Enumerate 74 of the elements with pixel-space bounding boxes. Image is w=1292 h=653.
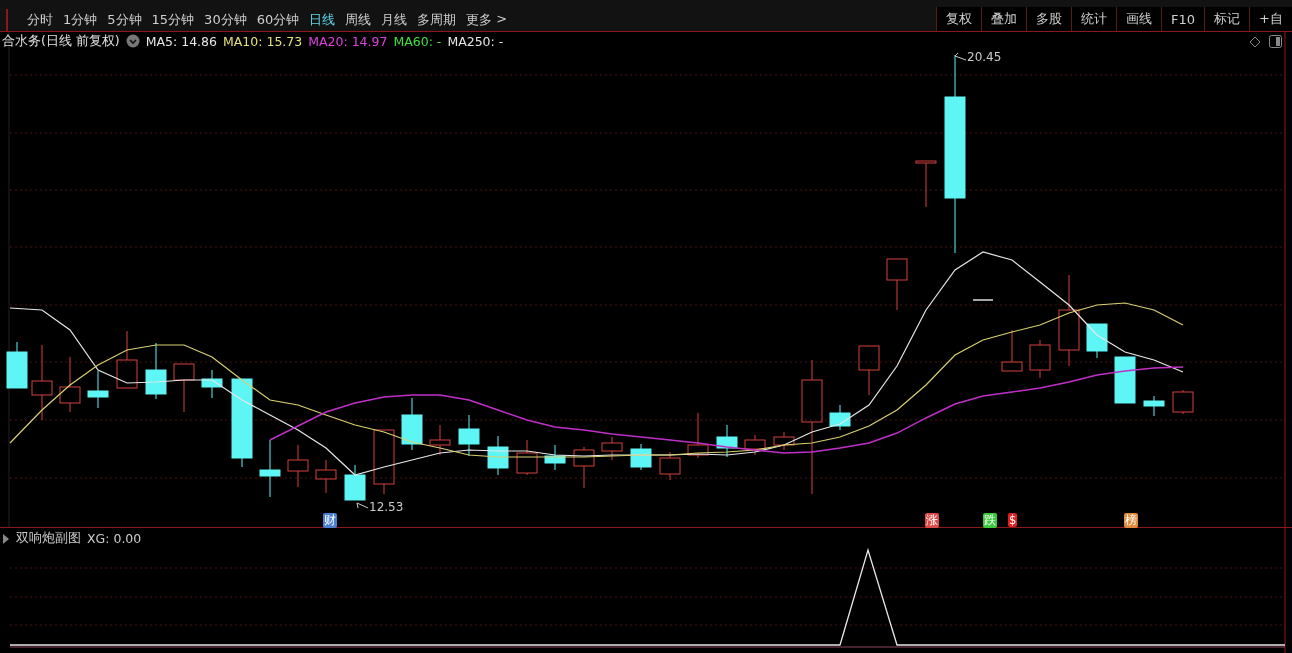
high-price-label: 20.45	[967, 50, 1002, 64]
candle	[1001, 329, 1023, 372]
candle	[773, 431, 795, 451]
toolbar-button[interactable]: 复权	[936, 7, 982, 31]
panel-toggle-icon[interactable]	[1269, 35, 1282, 48]
candle	[886, 258, 908, 311]
ma-legend-value: MA20: 14.97	[308, 33, 388, 49]
candle	[6, 341, 28, 389]
chevron-down-icon[interactable]	[125, 34, 140, 48]
timeframe-tab[interactable]: 30分钟	[199, 11, 252, 29]
candle	[716, 424, 738, 458]
candle	[829, 404, 851, 431]
candle	[173, 363, 195, 413]
candle	[59, 356, 81, 413]
low-price-label: 12.53	[369, 500, 404, 514]
indicator-title: 双响炮副图	[16, 530, 81, 547]
timeframe-tab[interactable]: 周线	[340, 11, 377, 29]
diamond-icon[interactable]	[1249, 35, 1261, 48]
timeframe-tab[interactable]: 月线	[376, 11, 413, 29]
candle	[315, 459, 337, 494]
candle	[915, 160, 937, 208]
ma-legend-value: MA10: 15.73	[223, 33, 303, 49]
timeframe-tab[interactable]: 15分钟	[146, 11, 200, 29]
timeframe-tab[interactable]: 分时	[22, 11, 58, 29]
toolbar-button[interactable]: F10	[1161, 7, 1205, 31]
candle	[573, 446, 595, 489]
toolbar-button[interactable]: 叠加	[981, 7, 1027, 31]
high-pointer-icon	[954, 52, 967, 61]
candle	[659, 451, 681, 481]
chevron-right-icon[interactable]	[2, 533, 10, 544]
candle	[487, 435, 509, 476]
toolbar-button[interactable]: 多股	[1026, 7, 1072, 31]
timeframe-tab[interactable]: 5分钟	[102, 11, 147, 29]
candle	[1143, 395, 1165, 417]
toolbar-button[interactable]: 标记	[1204, 7, 1250, 31]
chart-title: 合水务(日线 前复权)	[2, 32, 120, 50]
candle	[630, 443, 652, 471]
candle	[1029, 339, 1051, 379]
toolbar-button[interactable]: 统计	[1071, 7, 1117, 31]
candle	[516, 439, 538, 476]
candle	[373, 429, 395, 495]
low-pointer-icon	[356, 502, 369, 509]
candle	[87, 370, 109, 409]
timeframe-tab[interactable]: 60分钟	[251, 11, 305, 29]
timeframe-tab[interactable]: 1分钟	[58, 11, 103, 29]
candle	[1114, 356, 1136, 404]
candle	[201, 369, 223, 399]
candle	[1172, 389, 1194, 415]
candle	[287, 444, 309, 488]
toolbar-button[interactable]: 画线	[1116, 7, 1162, 31]
candle	[145, 342, 167, 400]
timeframe-tab[interactable]: 日线	[304, 11, 341, 29]
event-marker[interactable]: 财	[323, 513, 337, 528]
indicator-reading: XG: 0.00	[87, 531, 142, 546]
candle	[601, 436, 623, 461]
candle	[259, 439, 281, 498]
ma-legend-value: MA5: 14.86	[145, 33, 217, 49]
candle	[458, 414, 480, 457]
candle	[429, 424, 451, 456]
candle	[401, 397, 423, 451]
candle	[687, 412, 709, 459]
event-marker[interactable]: 涨	[925, 513, 939, 528]
ma-legend-value: MA250: -	[447, 33, 504, 49]
candle	[116, 330, 138, 389]
more-menu[interactable]: 更多 >	[461, 11, 513, 29]
timeframe-tab[interactable]: 多周期	[412, 11, 462, 29]
ma-legend-value: MA60: -	[393, 33, 442, 49]
event-marker[interactable]: $	[1008, 513, 1018, 527]
candle	[344, 464, 366, 501]
candle	[544, 444, 566, 471]
candle	[1086, 323, 1108, 359]
candle	[744, 434, 766, 456]
candle	[858, 345, 880, 396]
toolbar-button[interactable]: +自	[1249, 7, 1292, 31]
